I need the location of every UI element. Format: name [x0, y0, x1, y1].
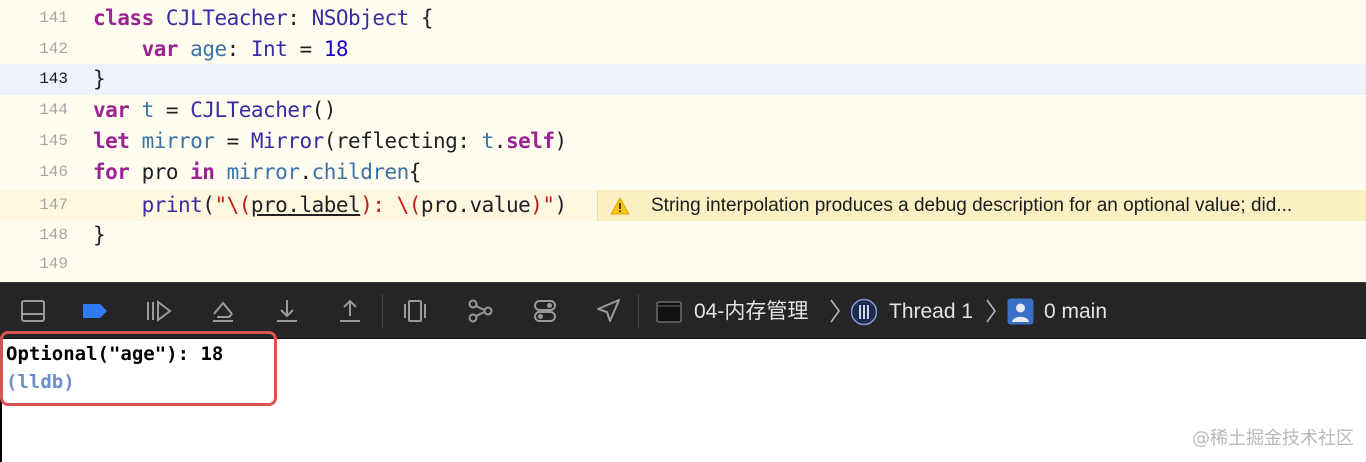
line-number: 148 — [39, 226, 68, 244]
step-into-button[interactable] — [271, 295, 303, 327]
code-text[interactable]: var t = CJLTeacher() — [93, 95, 336, 126]
line-number: 143 — [39, 70, 68, 88]
warning-message: String interpolation produces a debug de… — [651, 195, 1293, 216]
step-into-icon — [277, 300, 297, 322]
line-number: 141 — [39, 9, 68, 27]
view-hierarchy-icon — [404, 300, 426, 322]
code-line[interactable]: 141 class CJLTeacher: NSObject { — [0, 3, 1366, 34]
breakpoints-toggle-icon — [83, 304, 107, 318]
step-out-icon — [340, 299, 360, 322]
stack-frame-user-icon — [1007, 298, 1034, 325]
simulate-location-icon — [597, 299, 620, 322]
code-line[interactable]: 146 for pro in mirror.children{ — [0, 157, 1366, 188]
simulate-location-button[interactable] — [592, 295, 624, 327]
line-number: 146 — [39, 163, 68, 181]
toolbar-separator — [382, 294, 383, 328]
code-text[interactable]: } — [93, 220, 106, 251]
memory-graph-icon — [468, 299, 493, 323]
code-line[interactable]: 145 let mirror = Mirror(reflecting: t.se… — [0, 126, 1366, 157]
code-editor[interactable]: 141 class CJLTeacher: NSObject { 142 var… — [0, 0, 1366, 282]
line-number: 149 — [39, 255, 68, 273]
line-number: 144 — [39, 101, 68, 119]
line-number: 145 — [39, 132, 68, 150]
breakpoints-toggle-button[interactable] — [79, 295, 111, 327]
breadcrumb-target[interactable]: 04-内存管理 — [694, 283, 808, 340]
breadcrumb-frame[interactable]: 0 main — [1044, 283, 1107, 340]
code-text[interactable]: class CJLTeacher: NSObject { — [93, 3, 434, 34]
code-text[interactable]: var age: Int = 18 — [93, 34, 349, 65]
environment-overrides-icon — [534, 300, 556, 322]
hide-debug-area-button[interactable] — [17, 295, 49, 327]
code-line[interactable]: 144 var t = CJLTeacher() — [0, 95, 1366, 126]
code-line-current[interactable]: 143 } — [0, 64, 1366, 95]
chevron-right-icon — [986, 299, 996, 323]
step-over-button[interactable] — [207, 295, 239, 327]
continue-button[interactable] — [142, 295, 174, 327]
toolbar-separator — [638, 294, 639, 328]
target-app-icon — [656, 301, 682, 323]
line-number: 142 — [39, 40, 68, 58]
step-over-icon — [213, 301, 233, 322]
watermark: @稀土掘金技术社区 — [1192, 428, 1354, 449]
code-text[interactable]: } — [93, 64, 106, 95]
code-text[interactable]: for pro in mirror.children{ — [93, 157, 421, 188]
step-out-button[interactable] — [334, 295, 366, 327]
code-line[interactable]: 148 } — [0, 220, 1366, 251]
thread-icon — [850, 298, 878, 326]
warning-banner[interactable]: String interpolation produces a debug de… — [597, 190, 1366, 221]
continue-icon — [147, 300, 172, 322]
warning-triangle-icon — [610, 197, 630, 215]
code-line[interactable]: 142 var age: Int = 18 — [0, 34, 1366, 65]
environment-overrides-button[interactable] — [529, 295, 561, 327]
breadcrumb-thread[interactable]: Thread 1 — [889, 283, 973, 340]
code-text[interactable]: let mirror = Mirror(reflecting: t.self) — [93, 126, 567, 157]
highlight-annotation-box — [0, 331, 277, 406]
line-number: 147 — [39, 196, 68, 214]
code-line[interactable]: 149 — [0, 249, 1366, 280]
memory-graph-button[interactable] — [464, 295, 496, 327]
chevron-right-icon — [830, 299, 840, 323]
code-line-warning[interactable]: 147 print("\(pro.label): \(pro.value)") … — [0, 190, 1366, 221]
view-hierarchy-button[interactable] — [399, 295, 431, 327]
hide-debug-area-icon — [21, 300, 45, 322]
code-text[interactable]: print("\(pro.label): \(pro.value)") — [93, 190, 568, 221]
